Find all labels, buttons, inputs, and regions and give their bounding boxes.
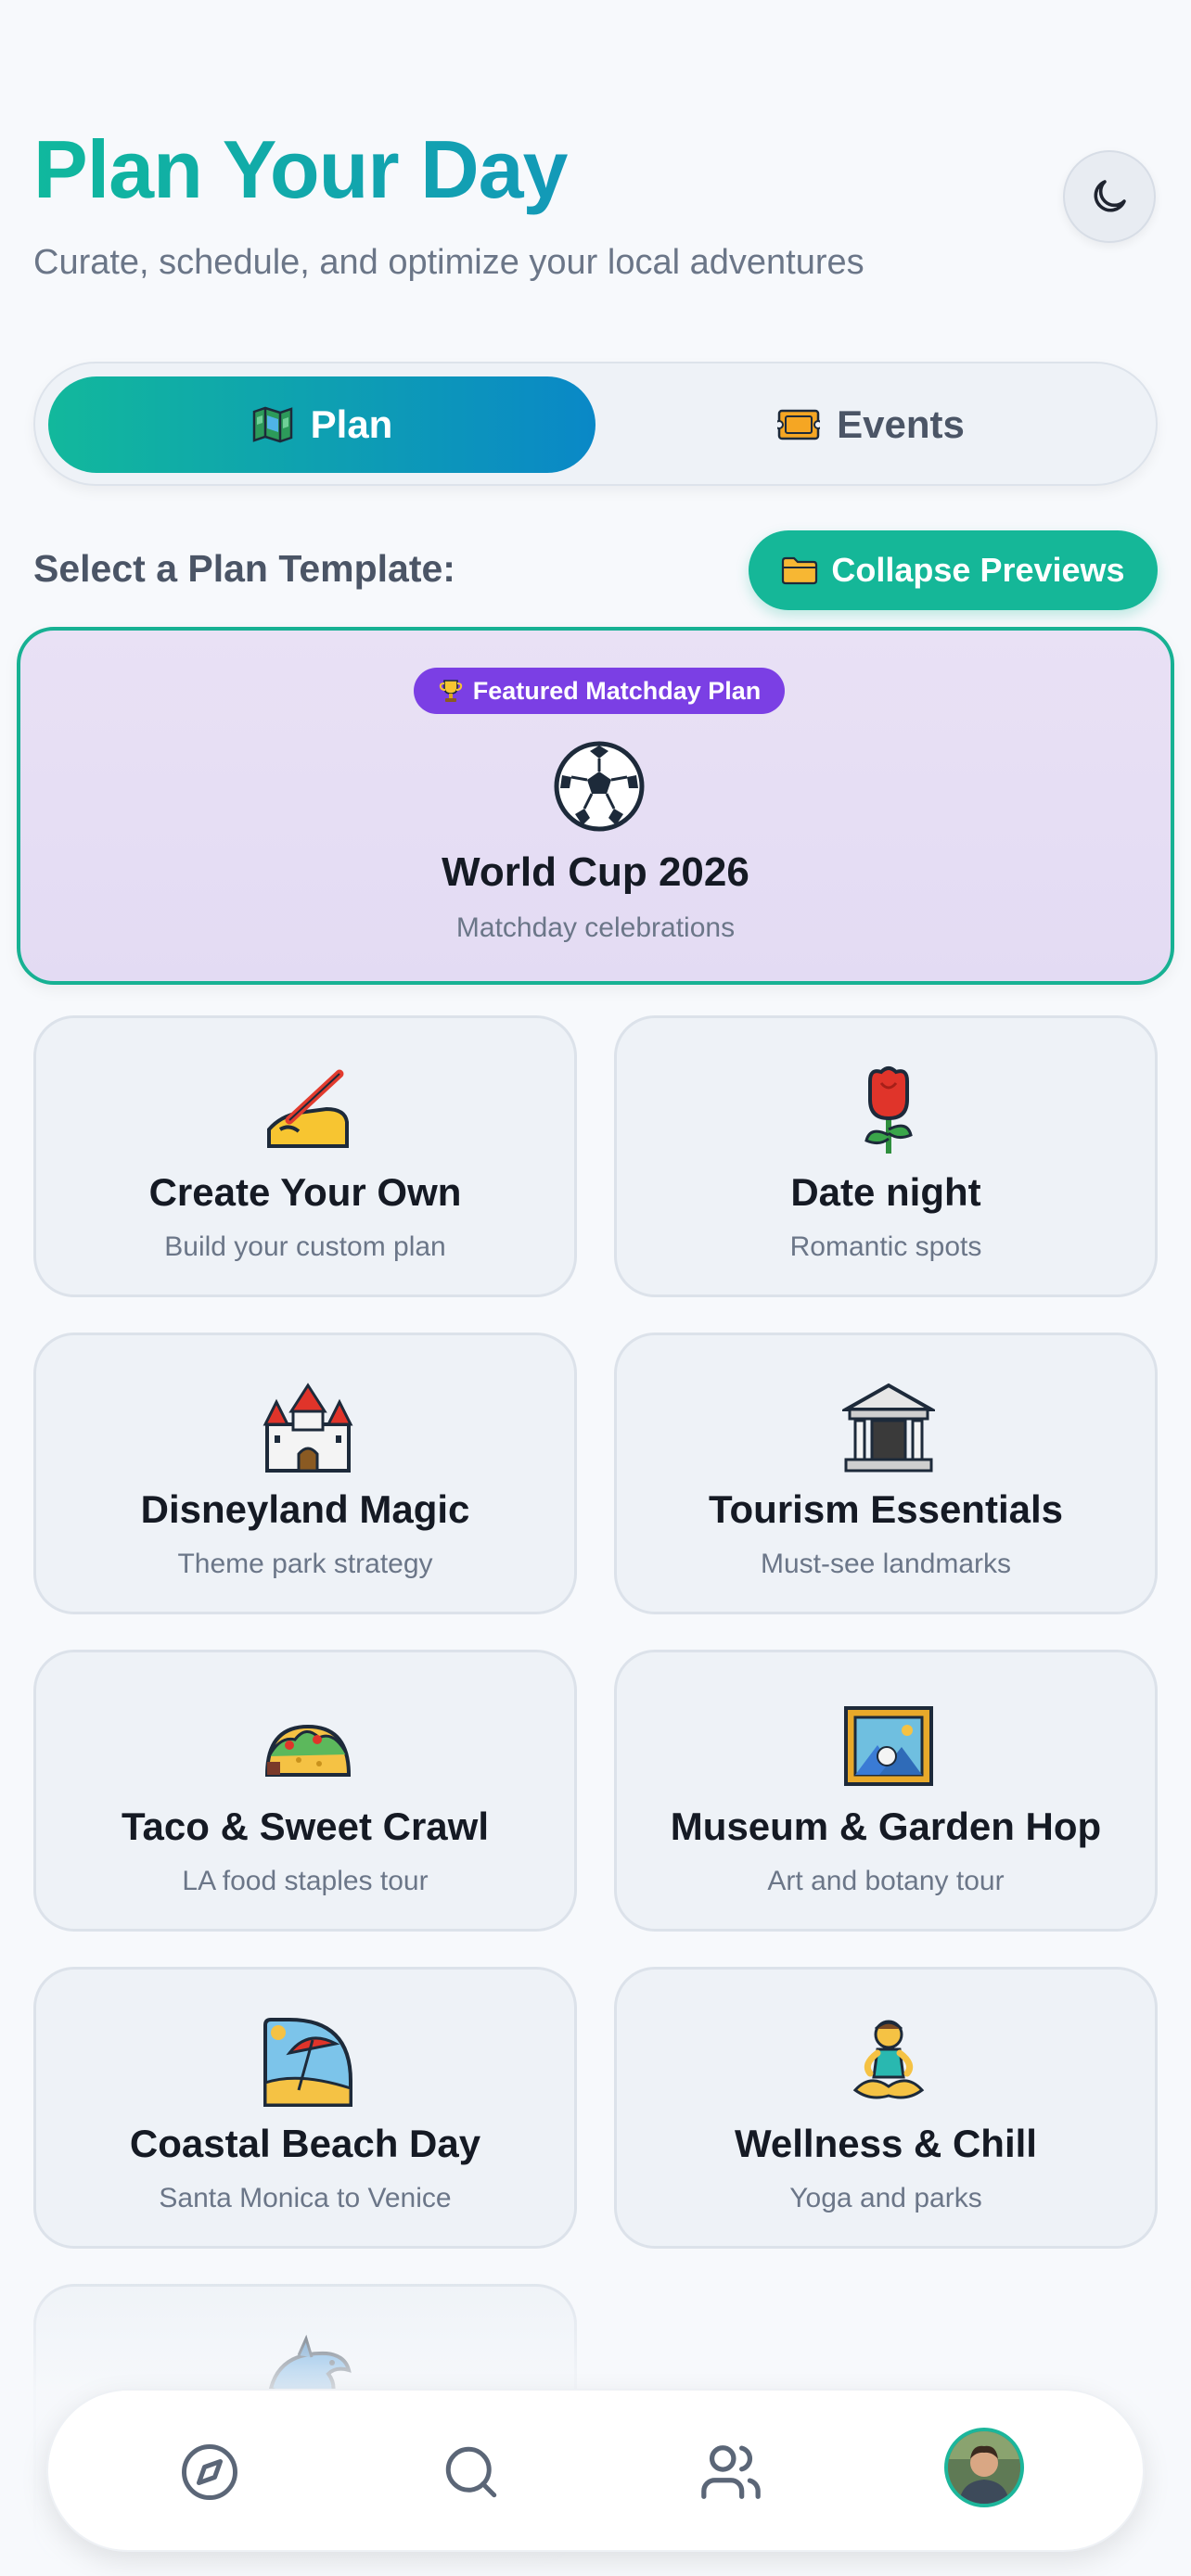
users-icon [701, 2445, 761, 2499]
template-title: Coastal Beach Day [129, 2122, 481, 2165]
classical-building-icon [842, 1383, 935, 1473]
framed-picture-icon [844, 1706, 933, 1786]
soccer-ball-icon [554, 741, 645, 832]
page-title: Plan Your Day [33, 119, 568, 221]
profile-photo [948, 2431, 1020, 2504]
tab-plan[interactable]: Plan [48, 376, 596, 473]
compass-icon [182, 2444, 237, 2500]
nav-explore[interactable] [169, 2431, 250, 2513]
template-title: Tourism Essentials [708, 1487, 1064, 1531]
collapse-previews-label: Collapse Previews [831, 551, 1125, 589]
beach-umbrella-icon [263, 2018, 352, 2107]
page-subtitle: Curate, schedule, and optimize your loca… [33, 243, 864, 282]
template-title: Museum & Garden Hop [670, 1804, 1102, 1848]
template-subtitle: Theme park strategy [177, 1549, 433, 1579]
ticket-icon [777, 409, 821, 440]
nav-search[interactable] [430, 2431, 512, 2513]
tab-plan-label: Plan [310, 402, 393, 446]
tab-events-label: Events [837, 402, 965, 446]
template-subtitle: Yoga and parks [789, 2183, 982, 2213]
template-card-tourism-essentials[interactable]: Tourism Essentials Must-see landmarks [614, 1333, 1158, 1614]
writing-hand-icon [267, 1069, 349, 1148]
template-card-taco-sweet-crawl[interactable]: Taco & Sweet Crawl LA food staples tour [33, 1650, 577, 1932]
map-icon [252, 406, 292, 443]
trophy-icon [439, 680, 462, 702]
template-card-date-night[interactable]: Date night Romantic spots [614, 1015, 1158, 1297]
mode-tabs: Plan Events [33, 362, 1158, 486]
template-title: Date night [790, 1170, 981, 1214]
template-title: Taco & Sweet Crawl [121, 1804, 489, 1848]
template-subtitle: Must-see landmarks [760, 1549, 1012, 1579]
template-subtitle: Art and botany tour [767, 1866, 1005, 1896]
person-lotus-icon [852, 2020, 925, 2099]
template-subtitle: LA food staples tour [182, 1866, 429, 1896]
castle-icon [263, 1383, 353, 1473]
nav-friends[interactable] [690, 2431, 772, 2513]
tab-events[interactable]: Events [597, 376, 1145, 473]
featured-badge: Featured Matchday Plan [414, 668, 785, 714]
bottom-nav [46, 2389, 1145, 2552]
template-title: Wellness & Chill [735, 2122, 1037, 2165]
template-card-wellness-chill[interactable]: Wellness & Chill Yoga and parks [614, 1967, 1158, 2249]
template-card-museum-garden-hop[interactable]: Museum & Garden Hop Art and botany tour [614, 1650, 1158, 1932]
rose-icon [864, 1066, 913, 1154]
template-title: Create Your Own [148, 1170, 462, 1214]
featured-plan-card[interactable]: Featured Matchday Plan World Cup 2026 Ma… [17, 627, 1174, 985]
featured-badge-label: Featured Matchday Plan [472, 676, 762, 705]
moon-icon [1094, 180, 1126, 212]
template-subtitle: Santa Monica to Venice [159, 2183, 452, 2213]
collapse-previews-button[interactable]: Collapse Previews [749, 530, 1158, 610]
theme-toggle-button[interactable] [1063, 150, 1156, 243]
template-subtitle: Romantic spots [789, 1231, 982, 1262]
template-subtitle: Build your custom plan [164, 1231, 446, 1262]
template-card-disneyland-magic[interactable]: Disneyland Magic Theme park strategy [33, 1333, 577, 1614]
featured-subtitle: Matchday celebrations [455, 912, 736, 943]
page: Plan Your Day Curate, schedule, and opti… [0, 0, 1191, 2576]
taco-icon [264, 1724, 352, 1777]
template-card-coastal-beach-day[interactable]: Coastal Beach Day Santa Monica to Venice [33, 1967, 577, 2249]
folder-icon [782, 556, 818, 585]
section-label: Select a Plan Template: [33, 547, 455, 590]
avatar[interactable] [944, 2428, 1024, 2507]
featured-title: World Cup 2026 [442, 849, 749, 895]
template-title: Disneyland Magic [140, 1487, 470, 1531]
search-icon [445, 2446, 497, 2498]
template-card-create-your-own[interactable]: Create Your Own Build your custom plan [33, 1015, 577, 1297]
